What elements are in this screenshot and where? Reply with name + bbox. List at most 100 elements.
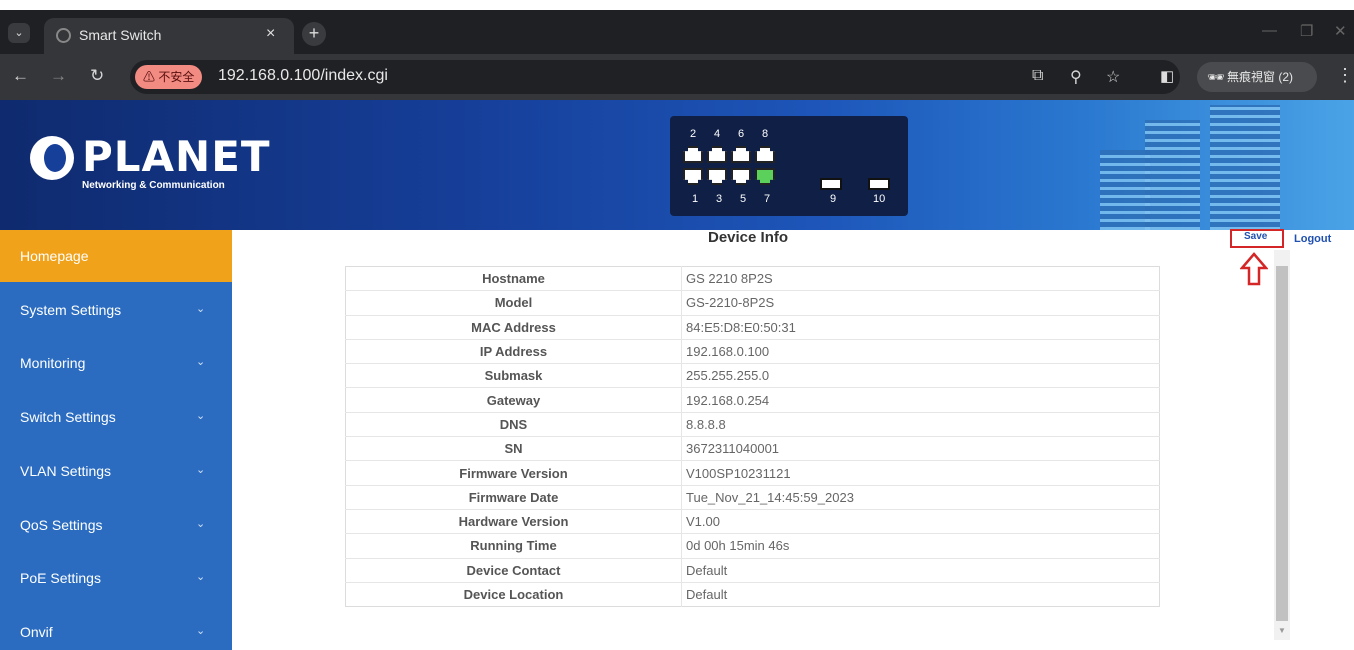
table-row: Running Time 0d 00h 15min 46s xyxy=(345,533,1160,559)
chevron-down-icon: ⌄ xyxy=(196,356,206,369)
field-label: Running Time xyxy=(345,533,682,559)
close-tab-icon[interactable]: × xyxy=(266,25,275,43)
chevron-down-icon: ⌄ xyxy=(196,463,206,476)
new-tab-button[interactable]: + xyxy=(302,22,326,46)
field-label: Firmware Version xyxy=(345,460,682,486)
sidebar-item-vlan-settings[interactable]: VLAN Settings ⌄ xyxy=(0,445,232,497)
field-value: V100SP10231121 xyxy=(681,460,1160,486)
field-label: Submask xyxy=(345,363,682,388)
side-panel-icon[interactable]: ◧ xyxy=(1160,67,1174,85)
sidebar-item-qos-settings[interactable]: QoS Settings ⌄ xyxy=(0,499,232,551)
field-label: Gateway xyxy=(345,387,682,413)
arrow-up-icon xyxy=(1240,252,1268,286)
port-number: 2 xyxy=(690,128,697,140)
table-row: Hardware Version V1.00 xyxy=(345,508,1160,534)
field-value: 192.168.0.254 xyxy=(681,387,1160,413)
switch-port-panel: 2 4 6 8 1 3 5 7 9 10 xyxy=(670,116,908,216)
ethernet-port-icon xyxy=(683,168,703,185)
field-label: Model xyxy=(345,290,682,316)
field-label: SN xyxy=(345,436,682,461)
chevron-down-icon: ⌄ xyxy=(196,624,206,637)
table-row: MAC Address 84:E5:D8:E0:50:31 xyxy=(345,314,1160,340)
table-row: Hostname GS 2210 8P2S xyxy=(345,265,1160,291)
sidebar-item-label: Onvif xyxy=(20,623,53,640)
field-label: Hardware Version xyxy=(345,508,682,534)
url-text[interactable]: 192.168.0.100/index.cgi xyxy=(218,67,388,85)
port-number: 9 xyxy=(830,193,837,205)
header-banner: PLANET Networking & Communication 2 4 6 8 1 3… xyxy=(0,100,1354,230)
incognito-button[interactable]: 🕶 無痕視窗 (2) xyxy=(1197,62,1317,92)
port-number: 4 xyxy=(714,128,721,140)
browser-toolbar: ← → ↻ ⚠ 不安全 192.168.0.100/index.cgi ⧉ ⚲ … xyxy=(0,54,1354,100)
field-value: GS-2210-8P2S xyxy=(681,290,1160,316)
field-value: Default xyxy=(681,557,1160,583)
table-row: Device Contact Default xyxy=(345,557,1160,583)
table-row: IP Address 192.168.0.100 xyxy=(345,338,1160,364)
port-number: 7 xyxy=(764,193,771,205)
bookmark-star-icon[interactable]: ☆ xyxy=(1106,67,1120,87)
field-value: Tue_Nov_21_14:45:59_2023 xyxy=(681,484,1160,510)
scrollbar-thumb[interactable] xyxy=(1276,266,1288,621)
back-icon[interactable]: ← xyxy=(12,66,29,86)
port-number: 5 xyxy=(740,193,747,205)
ethernet-port-icon xyxy=(707,146,727,163)
sidebar-item-label: QoS Settings xyxy=(20,516,103,533)
building-graphic xyxy=(1145,120,1200,230)
field-label: DNS xyxy=(345,411,682,437)
table-row: Model GS-2210-8P2S xyxy=(345,290,1160,316)
table-row: Firmware Date Tue_Nov_21_14:45:59_2023 xyxy=(345,484,1160,510)
field-label: Firmware Date xyxy=(345,484,682,510)
sfp-port-icon xyxy=(868,178,890,190)
building-graphic xyxy=(1100,150,1150,230)
not-secure-badge[interactable]: ⚠ 不安全 xyxy=(135,65,203,89)
sidebar-item-label: Homepage xyxy=(20,248,89,264)
tab-search-icon[interactable]: ⌄ xyxy=(8,23,30,43)
table-row: SN 3672311040001 xyxy=(345,436,1160,461)
minimize-icon[interactable]: — xyxy=(1262,22,1277,39)
table-row: DNS 8.8.8.8 xyxy=(345,411,1160,437)
port-number: 8 xyxy=(762,128,769,140)
save-link[interactable]: Save xyxy=(1244,231,1267,242)
translate-icon[interactable]: ⧉ xyxy=(1032,67,1043,85)
sidebar-item-label: PoE Settings xyxy=(20,570,101,587)
port-number: 6 xyxy=(738,128,745,140)
sidebar-item-system-settings[interactable]: System Settings ⌄ xyxy=(0,284,232,336)
ethernet-port-icon xyxy=(707,168,727,185)
close-window-icon[interactable]: ✕ xyxy=(1334,22,1347,40)
field-value: 192.168.0.100 xyxy=(681,338,1160,364)
sidebar-item-label: VLAN Settings xyxy=(20,462,112,479)
field-label: Device Location xyxy=(345,581,682,607)
ethernet-port-icon xyxy=(683,146,703,163)
more-menu-icon[interactable]: ⋮ xyxy=(1336,65,1354,86)
field-label: Device Contact xyxy=(345,557,682,583)
field-value: GS 2210 8P2S xyxy=(681,265,1160,291)
table-row: Gateway 192.168.0.254 xyxy=(345,387,1160,413)
chevron-down-icon: ⌄ xyxy=(196,410,206,423)
port-number: 10 xyxy=(873,193,886,205)
logout-link[interactable]: Logout xyxy=(1294,233,1331,245)
sidebar-item-switch-settings[interactable]: Switch Settings ⌄ xyxy=(0,391,232,443)
address-bar[interactable]: ⚠ 不安全 192.168.0.100/index.cgi ⧉ ⚲ ☆ xyxy=(130,60,1180,94)
sfp-port-icon xyxy=(820,178,842,190)
field-value: 8.8.8.8 xyxy=(681,411,1160,437)
globe-icon xyxy=(56,28,71,43)
ethernet-port-icon xyxy=(755,146,775,163)
ethernet-port-icon xyxy=(731,168,751,185)
restore-icon[interactable]: ❐ xyxy=(1300,22,1313,40)
scroll-down-icon[interactable]: ▼ xyxy=(1278,626,1286,635)
forward-icon[interactable]: → xyxy=(50,66,67,86)
sidebar-item-homepage[interactable]: Homepage xyxy=(0,230,232,282)
sidebar-item-poe-settings[interactable]: PoE Settings ⌄ xyxy=(0,552,232,604)
logo-text: PLANET xyxy=(82,132,271,181)
zoom-icon[interactable]: ⚲ xyxy=(1070,67,1082,87)
logo-subtitle: Networking & Communication xyxy=(82,180,225,191)
field-value: 3672311040001 xyxy=(681,436,1160,461)
sidebar-item-label: System Settings xyxy=(20,301,122,318)
sidebar-menu: Homepage System Settings ⌄ Monitoring ⌄ Switc… xyxy=(0,230,232,650)
device-info-table: Hostname GS 2210 8P2S Model GS-2210-8P2S MAC… xyxy=(345,265,1160,608)
reload-icon[interactable]: ↻ xyxy=(90,66,104,86)
browser-tab[interactable]: Smart Switch × xyxy=(44,18,294,54)
sidebar-item-onvif[interactable]: Onvif ⌄ xyxy=(0,606,232,650)
sidebar-item-monitoring[interactable]: Monitoring ⌄ xyxy=(0,337,232,389)
not-secure-label: 不安全 xyxy=(158,70,195,84)
